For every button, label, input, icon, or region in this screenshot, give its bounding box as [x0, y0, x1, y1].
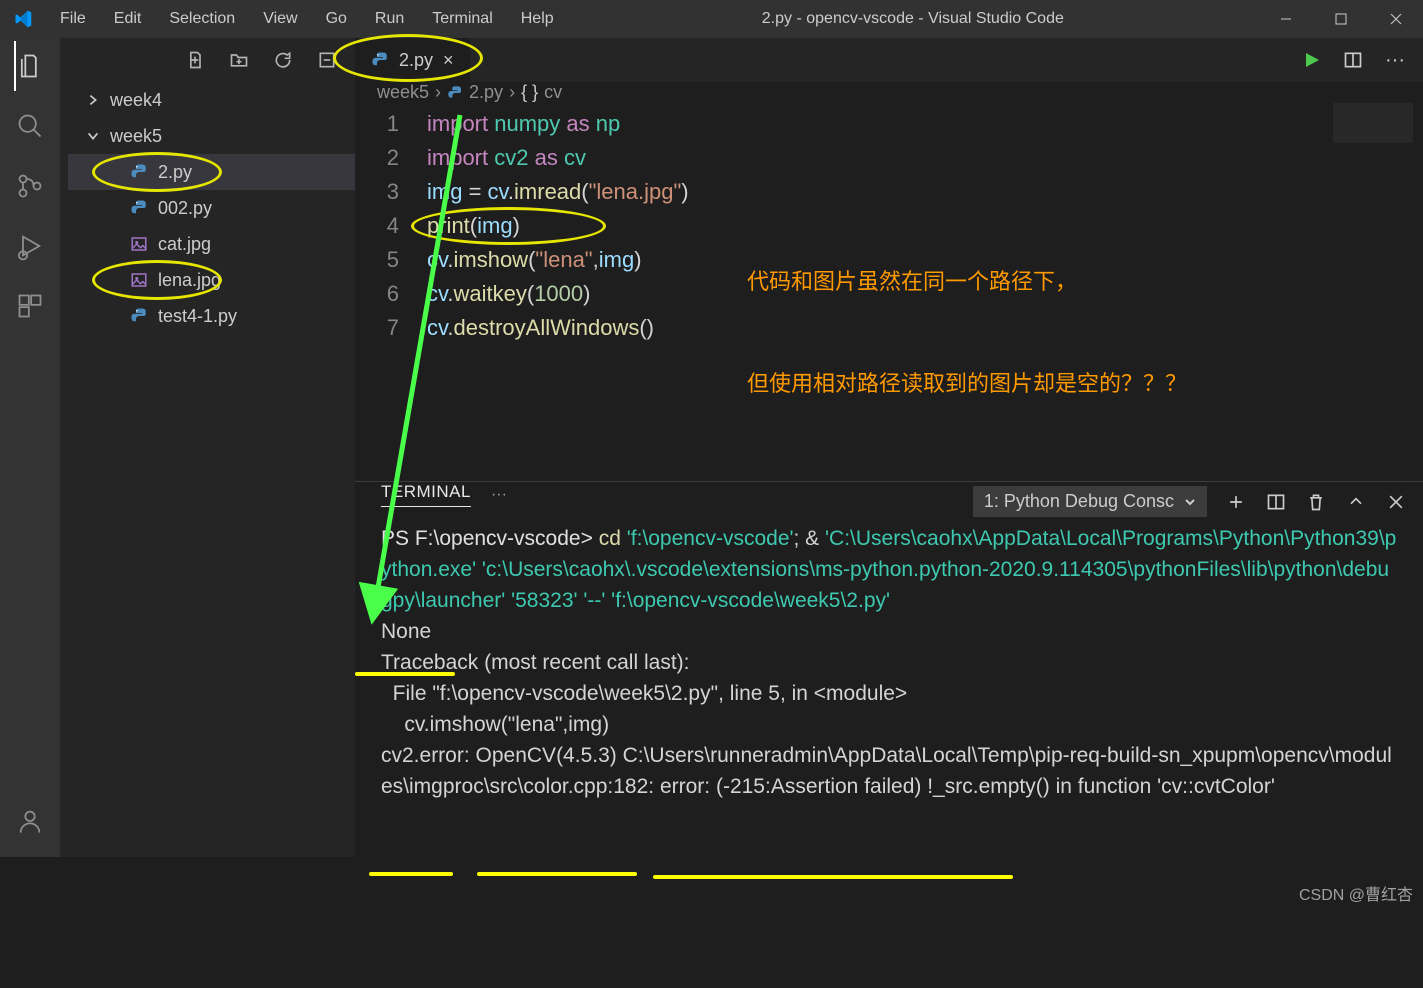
file-tree: week4 week5 2.py 002.py cat.jpg lena.jpg tes…: [60, 82, 355, 857]
image-icon: [130, 271, 148, 289]
chevron-down-icon: [1184, 496, 1196, 508]
breadcrumb-symbol: cv: [544, 82, 562, 103]
menu-run[interactable]: Run: [361, 0, 418, 38]
more-icon[interactable]: ···: [1385, 49, 1405, 72]
folder-week5[interactable]: week5: [68, 118, 355, 154]
activity-debug-icon[interactable]: [14, 230, 46, 262]
breadcrumb-folder: week5: [377, 82, 429, 103]
menu-view[interactable]: View: [249, 0, 311, 38]
file-cat-jpg[interactable]: cat.jpg: [68, 226, 355, 262]
python-icon: [130, 307, 148, 325]
activity-account-icon[interactable]: [14, 805, 46, 837]
activity-search-icon[interactable]: [14, 110, 46, 142]
python-icon: [130, 163, 148, 181]
minimap[interactable]: [1333, 103, 1413, 143]
breadcrumb-file: 2.py: [469, 82, 503, 103]
file-label: 002.py: [158, 198, 212, 219]
image-icon: [130, 235, 148, 253]
breadcrumb[interactable]: week5 › 2.py › { } cv: [355, 82, 1423, 103]
file-label: 2.py: [158, 162, 192, 183]
file-2-py[interactable]: 2.py: [68, 154, 355, 190]
panel-tab-terminal[interactable]: TERMINAL: [381, 482, 471, 507]
refresh-icon[interactable]: [273, 50, 293, 70]
file-lena-jpg[interactable]: lena.jpg: [68, 262, 355, 298]
folder-label: week4: [110, 90, 162, 111]
title-bar: File Edit Selection View Go Run Terminal…: [0, 0, 1423, 38]
run-button[interactable]: [1303, 51, 1321, 69]
python-icon: [447, 85, 463, 101]
python-icon: [371, 51, 389, 69]
code-editor[interactable]: 1234567 import numpy as npimport cv2 as …: [355, 103, 1423, 481]
menu-bar: File Edit Selection View Go Run Terminal…: [46, 0, 568, 38]
split-editor-icon[interactable]: [1343, 50, 1363, 70]
menu-go[interactable]: Go: [312, 0, 361, 38]
panel-tab-more[interactable]: ···: [491, 486, 507, 504]
editor-area: 2.py × ··· week5 › 2.py › { } cv 1234567…: [355, 38, 1423, 857]
tab-label: 2.py: [399, 50, 433, 71]
python-icon: [130, 199, 148, 217]
maximize-button[interactable]: [1313, 0, 1368, 38]
window-title: 2.py - opencv-vscode - Visual Studio Cod…: [568, 10, 1258, 28]
chevron-down-icon: [86, 129, 100, 143]
close-button[interactable]: [1368, 0, 1423, 38]
annotation-line2: 但使用相对路径读取到的图片却是空的？？？: [747, 367, 1187, 401]
tab-close-icon[interactable]: ×: [443, 50, 454, 71]
menu-file[interactable]: File: [46, 0, 100, 38]
file-label: cat.jpg: [158, 234, 211, 255]
panel: TERMINAL ··· 1: Python Debug Consc PS F:…: [355, 481, 1423, 911]
chevron-right-icon: [86, 93, 100, 107]
minimize-button[interactable]: [1258, 0, 1313, 38]
menu-edit[interactable]: Edit: [100, 0, 156, 38]
menu-selection[interactable]: Selection: [155, 0, 249, 38]
new-file-icon[interactable]: [185, 50, 205, 70]
activity-scm-icon[interactable]: [14, 170, 46, 202]
sidebar: week4 week5 2.py 002.py cat.jpg lena.jpg tes…: [60, 38, 355, 857]
collapse-icon[interactable]: [317, 50, 337, 70]
activity-bar: [0, 38, 60, 857]
tab-2py[interactable]: 2.py ×: [355, 38, 470, 82]
annotation-line1: 代码和图片虽然在同一个路径下，: [747, 265, 1187, 299]
menu-help[interactable]: Help: [507, 0, 568, 38]
terminal-output[interactable]: PS F:\opencv-vscode> cd 'f:\opencv-vscod…: [355, 507, 1423, 988]
activity-extensions-icon[interactable]: [14, 290, 46, 322]
folder-week4[interactable]: week4: [68, 82, 355, 118]
file-label: test4-1.py: [158, 306, 237, 327]
new-folder-icon[interactable]: [229, 50, 249, 70]
folder-label: week5: [110, 126, 162, 147]
menu-terminal[interactable]: Terminal: [418, 0, 506, 38]
file-test4-1-py[interactable]: test4-1.py: [68, 298, 355, 334]
file-002-py[interactable]: 002.py: [68, 190, 355, 226]
watermark: CSDN @曹红杏: [1299, 881, 1413, 905]
vscode-logo-icon: [14, 10, 32, 28]
file-label: lena.jpg: [158, 270, 221, 291]
activity-explorer-icon[interactable]: [14, 50, 46, 82]
